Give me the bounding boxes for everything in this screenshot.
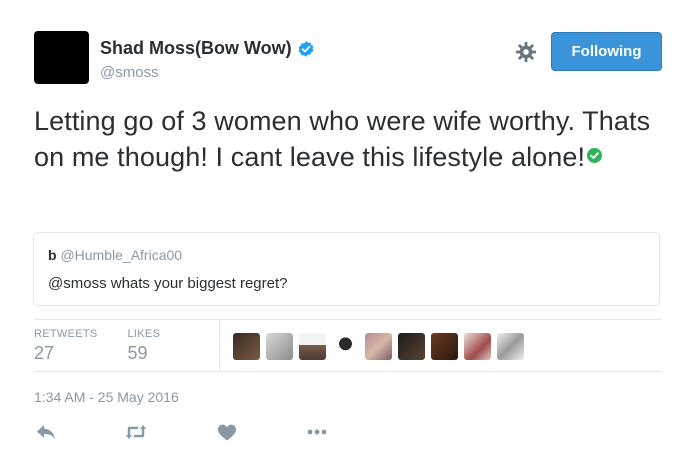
retweets-stat[interactable]: RETWEETS 27 — [34, 328, 98, 364]
reply-icon[interactable] — [35, 422, 57, 442]
quoted-tweet-name: b — [48, 247, 57, 263]
liker-avatar[interactable] — [398, 333, 425, 360]
liker-avatar[interactable] — [299, 333, 326, 360]
liker-avatar[interactable] — [233, 333, 260, 360]
check-mark-icon — [587, 148, 603, 164]
divider — [34, 371, 662, 372]
tweet-text: Letting go of 3 women who were wife wort… — [34, 103, 664, 175]
liker-avatar[interactable] — [365, 333, 392, 360]
liker-avatar[interactable] — [266, 333, 293, 360]
likes-stat[interactable]: LIKES 59 — [128, 328, 161, 364]
retweets-count: 27 — [34, 343, 55, 363]
retweet-icon[interactable] — [125, 422, 147, 442]
liker-avatar[interactable] — [431, 333, 458, 360]
tweet-timestamp[interactable]: 1:34 AM - 25 May 2016 — [34, 389, 179, 405]
user-full-name[interactable]: Shad Moss(Bow Wow) — [100, 38, 292, 59]
likes-label: LIKES — [127, 328, 161, 340]
tweet-card: Shad Moss(Bow Wow) @smoss Following Lett… — [0, 0, 700, 458]
quoted-tweet-handle: @Humble_Africa00 — [60, 247, 183, 263]
tweet-actions — [34, 422, 328, 442]
divider — [34, 319, 662, 320]
quoted-tweet-user: b @Humble_Africa00 — [48, 247, 182, 263]
tweet-body: Letting go of 3 women who were wife wort… — [34, 106, 651, 172]
quoted-tweet-text: @smoss whats your biggest regret? — [48, 275, 288, 292]
liker-avatars — [233, 333, 524, 360]
liker-avatar[interactable] — [497, 333, 524, 360]
tweet-stats: RETWEETS 27 LIKES 59 — [34, 328, 190, 364]
avatar[interactable] — [34, 31, 89, 84]
liker-avatar[interactable] — [464, 333, 491, 360]
gear-icon[interactable] — [515, 41, 537, 63]
more-icon[interactable] — [306, 422, 328, 442]
user-handle[interactable]: @smoss — [100, 64, 159, 81]
likes-count: 59 — [127, 343, 148, 363]
like-icon[interactable] — [216, 422, 238, 442]
quoted-tweet[interactable]: b @Humble_Africa00 @smoss whats your big… — [33, 232, 660, 306]
user-name-row: Shad Moss(Bow Wow) — [100, 38, 315, 59]
retweets-label: RETWEETS — [34, 328, 98, 340]
verified-badge-icon — [298, 40, 314, 57]
stats-separator — [219, 320, 220, 371]
liker-avatar[interactable] — [332, 333, 359, 360]
following-button[interactable]: Following — [551, 32, 662, 71]
